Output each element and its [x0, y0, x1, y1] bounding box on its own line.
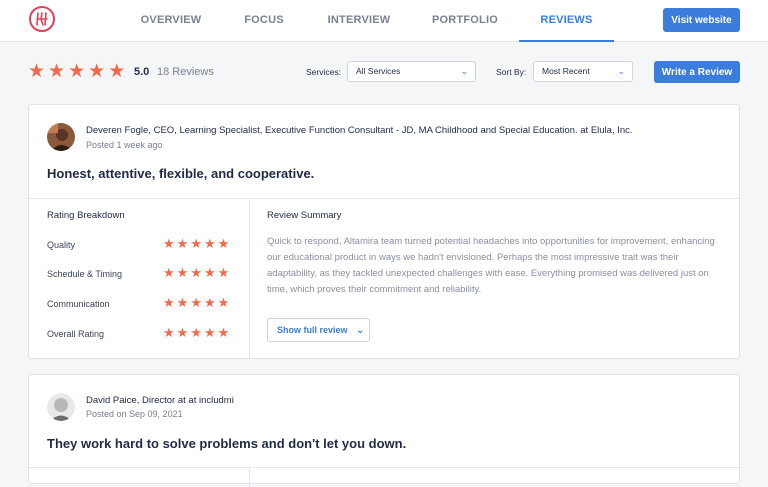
logo-icon	[36, 12, 48, 26]
reviewer-name: Deveren Fogle, CEO, Learning Specialist,…	[86, 125, 633, 136]
tab-portfolio[interactable]: PORTFOLIO	[432, 0, 498, 42]
divider	[249, 467, 250, 487]
review-summary-text: Quick to respond, Altamira team turned p…	[267, 236, 715, 295]
review-summary-title: Review Summary	[267, 210, 342, 221]
star-icon: ★	[88, 61, 106, 82]
review-card: David Paice, Director at at includmi Pos…	[28, 374, 740, 487]
review-headline: They work hard to solve problems and don…	[47, 436, 407, 451]
star-icon: ★	[176, 325, 189, 340]
breakdown-stars: ★ ★ ★ ★ ★	[163, 296, 229, 309]
star-icon: ★	[48, 61, 66, 82]
star-icon: ★	[190, 295, 202, 310]
tab-reviews[interactable]: REVIEWS	[519, 0, 614, 42]
divider	[29, 198, 739, 199]
review-count[interactable]: 18 Reviews	[157, 66, 214, 78]
breakdown-label: Quality	[47, 240, 76, 250]
divider	[249, 198, 250, 358]
breakdown-label: Schedule & Timing	[47, 269, 123, 279]
show-full-review-label: Show full review	[277, 325, 348, 335]
write-review-button[interactable]: Write a Review	[654, 61, 740, 83]
overall-rating-value: 5.0	[134, 66, 150, 78]
star-icon: ★	[163, 265, 175, 280]
star-icon: ★	[203, 265, 216, 280]
star-icon: ★	[190, 236, 202, 251]
avatar	[47, 393, 75, 421]
avatar	[47, 123, 75, 151]
tab-overview[interactable]: OVERVIEW	[140, 0, 202, 42]
chevron-down-icon: ⌄	[356, 324, 365, 335]
star-icon: ★	[217, 236, 230, 251]
services-select-value: All Services	[356, 66, 401, 76]
tab-interview[interactable]: INTERVIEW	[326, 0, 392, 42]
company-logo[interactable]	[29, 6, 55, 32]
star-icon: ★	[68, 61, 86, 82]
star-icon: ★	[190, 325, 202, 340]
star-icon: ★	[108, 61, 126, 82]
rating-breakdown-title: Rating Breakdown	[47, 210, 125, 221]
services-label: Services:	[306, 67, 341, 77]
star-icon: ★	[217, 265, 230, 280]
star-icon: ★	[203, 236, 216, 251]
star-icon: ★	[203, 295, 216, 310]
posted-date: Posted 1 week ago	[86, 140, 163, 150]
divider	[29, 467, 739, 468]
review-card: Deveren Fogle, CEO, Learning Specialist,…	[28, 104, 740, 359]
star-icon: ★	[176, 295, 189, 310]
star-icon: ★	[163, 236, 175, 251]
sortby-select[interactable]: Most Recent ⌄	[533, 61, 633, 82]
tab-focus[interactable]: FOCUS	[240, 0, 288, 42]
star-icon: ★	[217, 295, 230, 310]
star-icon: ★	[163, 325, 175, 340]
show-full-review-button[interactable]: Show full review ⌄	[267, 318, 370, 342]
reviewer-photo	[47, 393, 75, 421]
breakdown-stars: ★ ★ ★ ★ ★	[163, 326, 229, 339]
visit-website-button[interactable]: Visit website	[663, 8, 740, 32]
sortby-select-value: Most Recent	[542, 66, 590, 76]
star-icon: ★	[28, 61, 46, 82]
reviewer-name: David Paice, Director at at includmi	[86, 395, 234, 406]
overall-rating-stars: ★ ★ ★ ★ ★	[28, 62, 125, 81]
review-headline: Honest, attentive, flexible, and coopera…	[47, 166, 315, 181]
sortby-label: Sort By:	[496, 67, 527, 77]
chevron-down-icon: ⌄	[617, 66, 625, 76]
star-icon: ★	[163, 295, 175, 310]
star-icon: ★	[176, 236, 189, 251]
star-icon: ★	[176, 265, 189, 280]
breakdown-label: Communication	[47, 299, 110, 309]
star-icon: ★	[217, 325, 230, 340]
breakdown-stars: ★ ★ ★ ★ ★	[163, 266, 229, 279]
posted-date: Posted on Sep 09, 2021	[86, 409, 183, 419]
top-nav: OVERVIEW FOCUS INTERVIEW PORTFOLIO REVIE…	[0, 0, 768, 42]
breakdown-label: Overall Rating	[47, 329, 105, 339]
breakdown-stars: ★ ★ ★ ★ ★	[163, 237, 229, 250]
star-icon: ★	[190, 265, 202, 280]
star-icon: ★	[203, 325, 216, 340]
reviewer-photo	[47, 123, 75, 151]
services-select[interactable]: All Services ⌄	[347, 61, 476, 82]
chevron-down-icon: ⌄	[460, 66, 468, 76]
